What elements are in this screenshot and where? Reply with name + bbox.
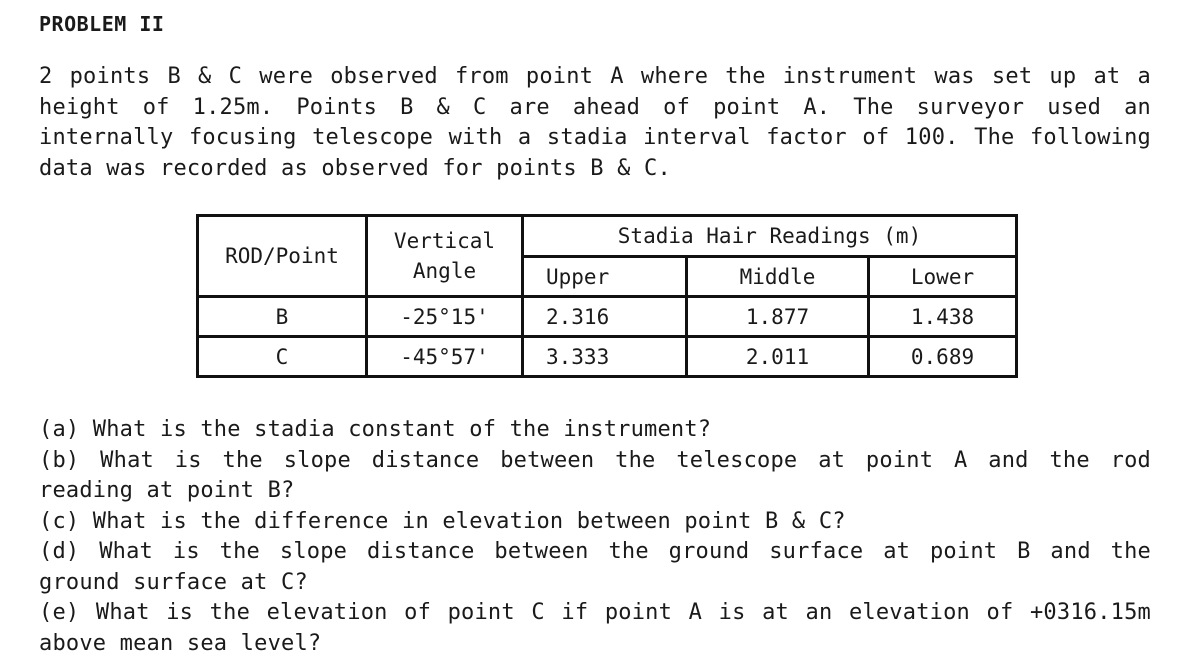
header-lower: Lower (867, 255, 1018, 298)
problem-statement: 2 points B & C were observed from point … (39, 64, 1151, 181)
stadia-data-table: ROD/Point Vertical Angle Stadia Hair Rea… (196, 214, 1018, 378)
cell-lower: 0.689 (867, 335, 1018, 378)
header-middle: Middle (685, 255, 870, 298)
question-c: (c) What is the difference in elevation … (39, 508, 846, 534)
table-header-row: ROD/Point Vertical Angle Stadia Hair Rea… (196, 214, 1018, 298)
cell-vertical-angle: -25°15' (365, 295, 524, 338)
question-a: (a) What is the stadia constant of the i… (39, 417, 712, 442)
question-list: (a) What is the stadia constant of the i… (39, 415, 1151, 659)
cell-point: B (196, 295, 368, 338)
cell-point: C (196, 335, 368, 378)
header-vertical-angle: Vertical Angle (365, 214, 524, 298)
cell-upper: 2.316 (521, 295, 688, 338)
question-d: (d) What is the slope distance between t… (39, 539, 1151, 595)
cell-upper: 3.333 (521, 335, 688, 378)
table-row: C -45°57' 3.333 2.011 0.689 (196, 335, 1018, 378)
header-stadia-readings: Stadia Hair Readings (m) (521, 214, 1018, 258)
header-upper: Upper (521, 255, 688, 298)
cell-middle: 1.877 (685, 295, 870, 338)
question-e: (e) What is the elevation of point C if … (39, 600, 1151, 656)
header-vertical-angle-line1: Vertical (393, 229, 496, 253)
header-vertical-angle-line2: Angle (412, 259, 477, 283)
question-b: (b) What is the slope distance between t… (39, 447, 1151, 504)
problem-title: PROBLEM II (39, 12, 165, 36)
cell-lower: 1.438 (867, 295, 1018, 338)
table-row: B -25°15' 2.316 1.877 1.438 (196, 295, 1018, 338)
cell-middle: 2.011 (685, 335, 870, 378)
cell-vertical-angle: -45°57' (365, 335, 524, 378)
header-rod-point: ROD/Point (196, 214, 368, 298)
